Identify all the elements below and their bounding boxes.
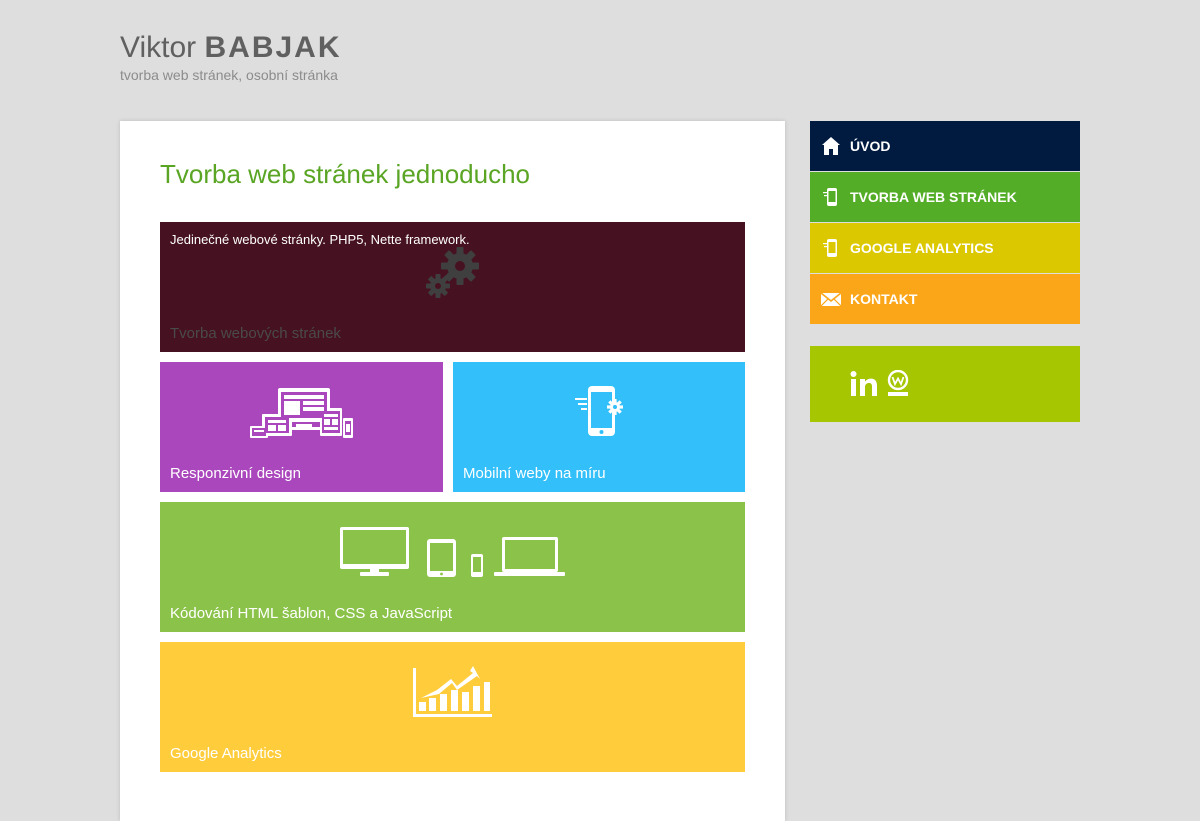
tile-label: Google Analytics [170,745,282,762]
page-heading: Tvorba web stránek jednoducho [160,159,531,189]
tile-html-coding[interactable]: Kódování HTML šablon, CSS a JavaScript [160,502,745,632]
tile-label: Responzivní design [170,465,301,482]
site-header: Viktor BABJAK tvorba web stránek, osobní… [120,30,342,83]
tile-web-development[interactable]: Jedinečné webové stránky. PHP5, Nette fr… [160,222,745,352]
tile-label: Tvorba webových stránek [170,325,341,342]
content-panel: Tvorba web stránek jednoducho Jedinečné … [120,121,785,821]
site-title-first: Viktor [120,31,197,64]
mobile-icon [821,238,841,258]
site-tagline: tvorba web stránek, osobní stránka [120,67,338,83]
mobile-icon [821,187,841,207]
tile-mobile-web[interactable]: Mobilní weby na míru [453,362,745,492]
growth-chart-icon [413,666,492,717]
nav-item-kontakt[interactable]: KONTAKT [810,274,1080,324]
responsive-devices-icon [250,388,353,438]
site-title-last: BABJAK [204,31,342,64]
tile-label: Kódování HTML šablon, CSS a JavaScript [170,605,453,622]
gears-icon [426,247,479,298]
social-links [810,346,1080,422]
tile-label: Mobilní weby na míru [463,465,606,482]
wedos-icon[interactable] [886,370,910,398]
nav-item-label: TVORBA WEB STRÁNEK [850,189,1017,205]
nav-item-uvod[interactable]: ÚVOD [810,121,1080,171]
nav-item-label: GOOGLE ANALYTICS [850,240,994,256]
site-title[interactable]: Viktor BABJAK [120,30,342,66]
envelope-icon [821,289,841,309]
nav-item-tvorba-web-stranek[interactable]: TVORBA WEB STRÁNEK [810,172,1080,222]
mobile-settings-icon [575,386,623,436]
nav-item-label: KONTAKT [850,291,918,307]
main-nav: ÚVOD TVORBA WEB STRÁNEK GOOGLE ANALYTICS [810,121,1080,325]
linkedin-icon[interactable] [850,371,878,397]
tile-responsive-design[interactable]: Responzivní design [160,362,443,492]
nav-item-google-analytics[interactable]: GOOGLE ANALYTICS [810,223,1080,273]
home-icon [821,136,841,156]
devices-icon [340,527,565,577]
nav-item-label: ÚVOD [850,138,891,154]
tile-google-analytics[interactable]: Google Analytics [160,642,745,772]
